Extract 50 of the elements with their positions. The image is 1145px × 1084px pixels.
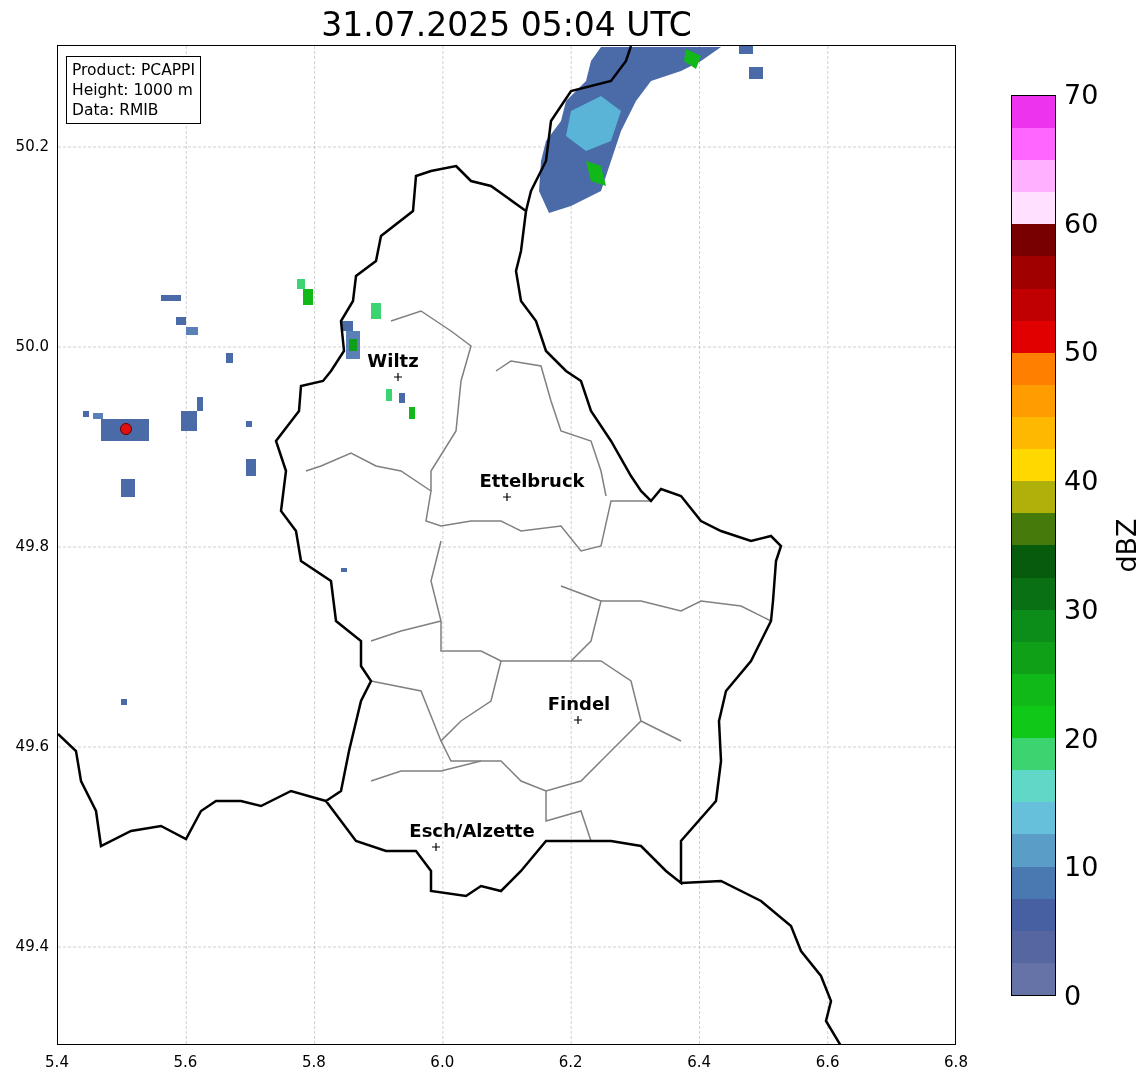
longitude-tick-label: 6.8 — [944, 1053, 968, 1071]
colorbar-tick-label: 30 — [1064, 594, 1099, 625]
radar-echo — [161, 295, 181, 301]
colorbar-tick-label: 10 — [1064, 852, 1099, 883]
city-marker-icon — [502, 492, 512, 502]
colorbar-tick-label: 0 — [1064, 981, 1082, 1011]
radar-echo — [749, 67, 763, 79]
radar-echo — [341, 568, 347, 572]
radar-echo — [386, 389, 392, 401]
city-label: Wiltz — [367, 350, 419, 371]
colorbar-tick-label: 50 — [1064, 337, 1099, 368]
radar-echo — [176, 317, 186, 325]
radar-echo — [371, 303, 381, 319]
radar-site-marker-icon — [120, 423, 132, 435]
radar-echo — [399, 393, 405, 403]
colorbar-label: dBZ — [1110, 518, 1142, 573]
latitude-tick-label: 49.6 — [15, 737, 49, 755]
info-line: Data: RMIB — [72, 100, 160, 120]
longitude-tick-label: 6.4 — [687, 1053, 712, 1071]
city-label: Esch/Alzette — [409, 820, 535, 841]
city-label: Findel — [547, 693, 611, 714]
latitude-tick-label: 50.0 — [15, 337, 49, 355]
city-marker-icon — [573, 715, 583, 725]
colorbar-tick-label: 40 — [1064, 466, 1099, 497]
radar-echo — [246, 421, 252, 427]
longitude-tick-label: 5.6 — [173, 1053, 198, 1071]
radar-echo — [246, 459, 256, 476]
city-marker-icon — [393, 372, 403, 382]
colorbar-tick-label: 60 — [1064, 208, 1099, 239]
info-line: Height: 1000 m — [72, 80, 194, 100]
colorbar-tick-label: 20 — [1064, 723, 1099, 754]
radar-echo — [186, 327, 198, 335]
radar-echo — [226, 353, 233, 363]
longitude-tick-label: 6.0 — [430, 1053, 455, 1071]
latitude-tick-label: 49.8 — [15, 537, 49, 555]
radar-echo — [121, 479, 135, 497]
radar-echo — [739, 46, 753, 54]
colorbar-tick-label: 70 — [1064, 80, 1099, 110]
city-label: Ettelbruck — [479, 470, 585, 491]
radar-echo — [121, 699, 127, 705]
longitude-tick-label: 6.6 — [815, 1053, 840, 1071]
longitude-tick-label: 6.2 — [558, 1053, 583, 1071]
city-marker-icon — [431, 842, 441, 852]
longitude-tick-label: 5.4 — [45, 1053, 69, 1071]
info-line: Product: PCAPPI — [72, 60, 196, 80]
latitude-tick-label: 49.4 — [15, 937, 49, 955]
longitude-tick-label: 5.8 — [301, 1053, 326, 1071]
radar-echo — [409, 407, 415, 419]
chart-title: 31.07.2025 05:04 UTC — [320, 4, 693, 45]
latitude-tick-label: 50.2 — [15, 137, 49, 155]
